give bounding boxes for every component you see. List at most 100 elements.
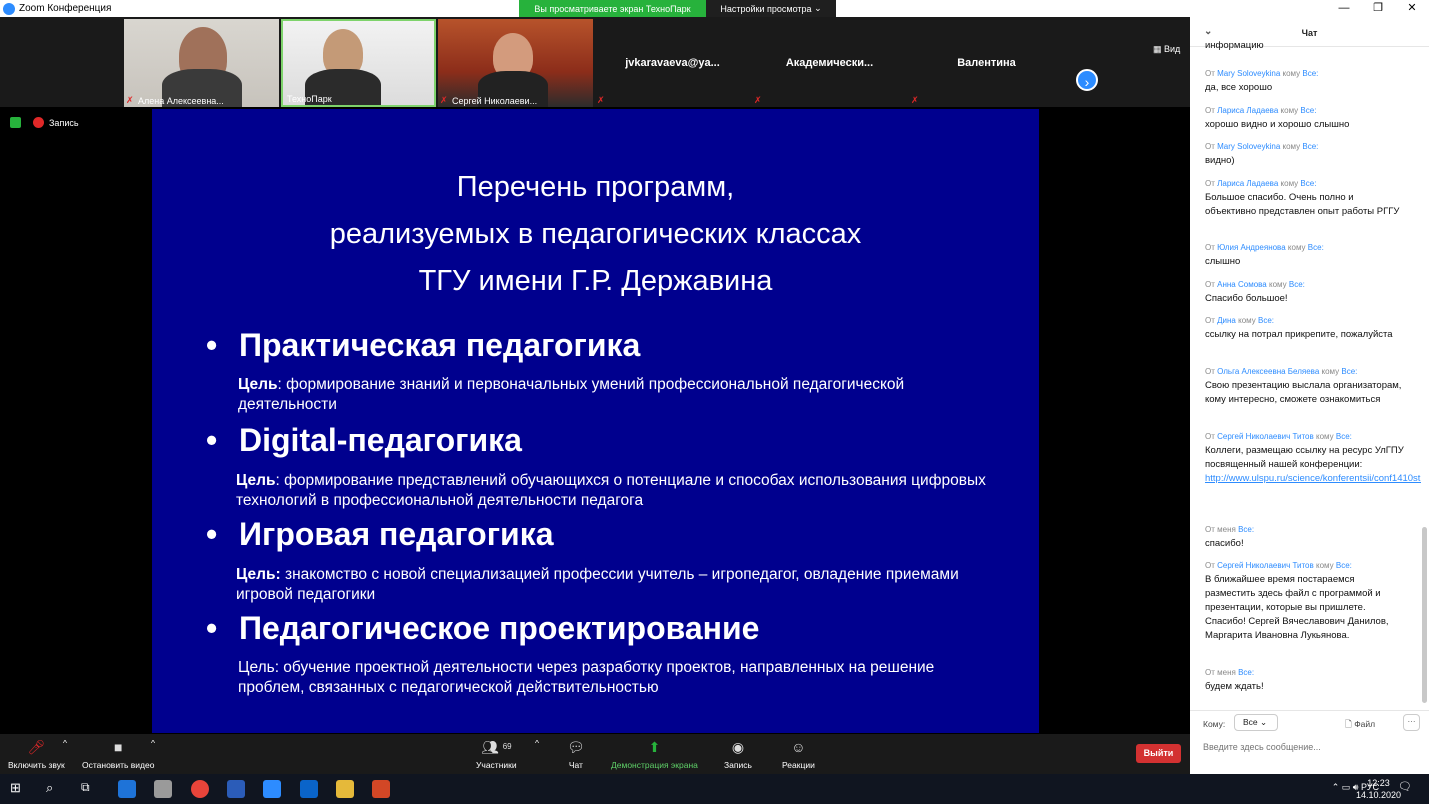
folder-icon[interactable] <box>336 780 354 798</box>
zoom-app-icon <box>3 2 15 15</box>
share-banner: Вы просматриваете экран ТехноПарк Настро… <box>519 0 836 17</box>
file-icon: 🗋 <box>1345 719 1352 729</box>
word-icon[interactable] <box>227 780 245 798</box>
chevron-up-icon[interactable]: ^ <box>63 738 67 748</box>
record-icon: ◉ <box>731 739 745 755</box>
participant-tile-active[interactable]: ТехноПарк <box>281 19 436 107</box>
chat-panel: ⌄ Чат информацию От Mary Soloveykina ком… <box>1190 17 1429 774</box>
chat-button[interactable]: 💬︎ Чат <box>567 738 585 770</box>
search-icon[interactable]: ⌕ <box>46 780 64 798</box>
participant-tile[interactable]: ✗ Алена Алексеевна... <box>124 19 279 107</box>
notifications-icon[interactable]: 🗨︎ <box>1398 780 1416 798</box>
chat-message: От Mary Soloveykina кому Все: видно) <box>1205 142 1319 166</box>
chevron-down-icon: ⌄ <box>1260 717 1268 727</box>
participants-icon: 👥︎ 69 <box>481 739 512 755</box>
unmute-button[interactable]: 🎤︎ Включить звук <box>8 738 65 770</box>
chat-message: От меня Все: спасибо! <box>1205 525 1255 549</box>
task-view-icon[interactable]: ⧉ <box>81 780 99 798</box>
chat-message: От Юлия Андреянова кому Все: слышно <box>1205 243 1324 267</box>
chat-message: От Сергей Николаевич Титов кому Все: Кол… <box>1205 431 1421 486</box>
chevron-up-icon[interactable]: ^ <box>535 738 539 748</box>
meeting-status: Запись <box>10 117 79 128</box>
view-button[interactable]: ▦ Вид <box>1153 44 1180 55</box>
participant-name: ТехноПарк <box>287 94 332 104</box>
close-button[interactable]: ✕ <box>1395 0 1429 17</box>
chevron-down-icon: ⌄ <box>814 3 822 13</box>
participant-name: Валентина <box>957 57 1016 69</box>
mic-muted-icon: ✗ <box>440 95 448 105</box>
chat-message: От Ольга Алексеевна Беляева кому Все: Св… <box>1205 367 1402 405</box>
chat-message-list[interactable]: информацию От Mary Soloveykina кому Все:… <box>1190 41 1421 717</box>
mic-muted-icon: 🎤︎ <box>27 739 46 755</box>
reactions-icon: ☺ <box>791 739 806 755</box>
chat-scrollbar[interactable] <box>1422 527 1427 703</box>
chat-message: От Сергей Николаевич Титов кому Все: В б… <box>1205 561 1389 641</box>
program-title: Педагогическое проектирование <box>206 610 759 647</box>
media-player-icon[interactable] <box>300 780 318 798</box>
chat-message: От Дина кому Все: ссылку на потрал прикр… <box>1205 316 1393 340</box>
record-button[interactable]: ◉ Запись <box>724 738 752 770</box>
leave-meeting-button[interactable]: Выйти <box>1136 744 1181 763</box>
participant-name: Академически... <box>785 57 874 69</box>
participant-tile[interactable]: Валентина ✗ <box>909 19 1064 107</box>
program-title: Игровая педагогика <box>206 516 554 553</box>
restore-button[interactable]: ❐ <box>1361 0 1395 17</box>
share-screen-button[interactable]: ⬆ Демонстрация экрана <box>611 738 698 770</box>
chat-message: От Анна Сомова кому Все: Спасибо большое… <box>1205 280 1305 304</box>
view-options-button[interactable]: Настройки просмотра ⌄ <box>706 0 836 17</box>
clock[interactable]: 12:23 14.10.2020 <box>1356 777 1401 801</box>
chat-message-fragment: информацию <box>1205 41 1264 51</box>
window-controls: — ❐ ✕ <box>1327 0 1429 17</box>
recipient-label: Кому: <box>1203 719 1226 729</box>
mic-muted-icon: ✗ <box>126 95 134 105</box>
grid-icon: ▦ <box>1153 44 1162 54</box>
chevron-up-icon[interactable]: ^ <box>151 738 155 748</box>
chat-message: От Mary Soloveykina кому Все: да, все хо… <box>1205 69 1319 93</box>
more-options-button[interactable]: ··· <box>1403 714 1420 731</box>
mic-muted-icon: ✗ <box>754 95 762 105</box>
tray-icons[interactable]: ⌃ ▭ 🔊︎ <box>1332 782 1359 792</box>
program-title: Digital-педагогика <box>206 422 522 459</box>
windows-start-icon[interactable]: ⊞ <box>10 780 28 798</box>
minimize-button[interactable]: — <box>1327 0 1361 17</box>
next-page-button[interactable]: › <box>1076 69 1098 91</box>
participant-strip: ✗ Алена Алексеевна... ТехноПарк ✗ Сергей… <box>0 17 1190 107</box>
chat-link[interactable]: http://www.ulspu.ru/science/konferentsii… <box>1205 473 1421 484</box>
chat-message: От Лариса Ладаева кому Все: хорошо видно… <box>1205 106 1350 130</box>
chevron-right-icon: › <box>1084 74 1090 90</box>
chat-title: Чат <box>1301 28 1318 38</box>
camera-icon: ■ <box>113 739 123 755</box>
app-icon[interactable] <box>118 780 136 798</box>
recording-icon <box>33 117 44 128</box>
program-title: Практическая педагогика <box>206 327 640 364</box>
windows-taskbar: ⊞ ⌕ ⧉ ⌃ ▭ 🔊︎ РУС 12:23 14.10.2020 🗨︎ <box>0 774 1429 804</box>
program-goal: Цель: обучение проектной деятельности че… <box>238 659 935 696</box>
slide-title: Перечень программ, реализуемых в педагог… <box>329 171 862 297</box>
file-button[interactable]: 🗋 Файл <box>1345 719 1375 733</box>
stop-video-button[interactable]: ■ Остановить видео <box>82 738 154 770</box>
mic-muted-icon: ✗ <box>911 95 919 105</box>
chrome-icon[interactable] <box>191 780 209 798</box>
participant-tile[interactable]: ✗ Сергей Николаеви... <box>438 19 593 107</box>
app-icon[interactable] <box>154 780 172 798</box>
chat-message: От Лариса Ладаева кому Все: Большое спас… <box>1205 179 1400 217</box>
mic-muted-icon: ✗ <box>597 95 605 105</box>
recipient-select[interactable]: Все ⌄ <box>1234 714 1278 731</box>
participants-button[interactable]: 👥︎ 69 Участники <box>476 738 517 770</box>
participant-name: Алена Алексеевна... <box>138 96 224 106</box>
program-goal: Цель: формирование знаний и первоначальн… <box>238 376 905 413</box>
participants-count: 69 <box>502 742 512 751</box>
shield-icon[interactable] <box>10 117 21 128</box>
chat-message: От меня Все: будем ждать! <box>1205 668 1264 692</box>
meeting-controls-bar: 🎤︎ Включить звук ^ ■ Остановить видео ^ … <box>0 734 1190 774</box>
participant-tile[interactable]: Академически... ✗ <box>752 19 907 107</box>
participant-name: jvkaravaeva@ya... <box>625 57 720 69</box>
powerpoint-icon[interactable] <box>372 780 390 798</box>
zoom-icon[interactable] <box>263 780 281 798</box>
participant-tile[interactable]: jvkaravaeva@ya... ✗ <box>595 19 750 107</box>
program-goal: Цель: формирование представлений обучающ… <box>236 472 986 509</box>
presentation-slide: Перечень программ, реализуемых в педагог… <box>152 109 1039 733</box>
reactions-button[interactable]: ☺ Реакции <box>782 738 815 770</box>
chat-message-input[interactable] <box>1203 738 1418 756</box>
program-goal: Цель: знакомство с новой специализацией … <box>236 566 959 603</box>
